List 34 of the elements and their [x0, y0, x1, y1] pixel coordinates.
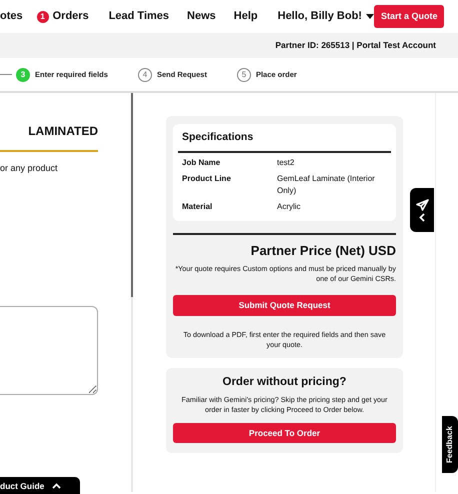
- nav-link[interactable]: Orders: [52, 8, 89, 25]
- step-number: 3: [16, 68, 30, 82]
- description-text: or any product: [0, 162, 59, 175]
- feedback-tab[interactable]: Feedback: [442, 416, 458, 473]
- step-number: 4: [138, 68, 152, 82]
- send-icon: [416, 198, 428, 210]
- step-number: 5: [236, 68, 251, 82]
- user-menu[interactable]: Hello, Billy Bob!: [278, 8, 374, 25]
- spec-label: Material: [182, 200, 214, 213]
- account-info: Partner ID: 265513 | Portal Test Account: [0, 33, 458, 58]
- product-guide-tab[interactable]: duct Guide: [0, 477, 80, 494]
- spec-value: test2: [277, 156, 294, 169]
- caret-icon: [366, 14, 374, 19]
- nav-link[interactable]: otes: [0, 8, 23, 25]
- nav-link[interactable]: Help: [234, 8, 258, 25]
- submit-quote-button[interactable]: Submit Quote Request: [173, 295, 396, 316]
- price-heading: Partner Price (Net) USD: [250, 242, 396, 260]
- card-title: Specifications: [178, 130, 391, 153]
- nav-link[interactable]: Lead Times: [108, 8, 170, 25]
- spec-label: Job Name: [182, 156, 222, 169]
- proceed-button[interactable]: Proceed To Order: [173, 422, 396, 444]
- nav-link[interactable]: News: [187, 8, 216, 25]
- spec-label: Product Line: [182, 172, 232, 185]
- start-quote-button[interactable]: Start a Quote: [374, 4, 444, 28]
- text-area[interactable]: [0, 306, 98, 394]
- section-heading: LAMINATED: [0, 93, 98, 152]
- scrollbar-thumb[interactable]: [131, 93, 133, 297]
- chevron-left-icon: [419, 212, 425, 222]
- spec-value: Acrylic: [277, 200, 301, 213]
- card-title: Order without pricing?: [222, 375, 348, 390]
- count-badge: 1: [36, 10, 49, 22]
- send-tab[interactable]: [410, 188, 434, 232]
- chevron-up-icon: [52, 483, 62, 489]
- spec-value: GemLeaf Laminate (Interior Only): [277, 172, 376, 197]
